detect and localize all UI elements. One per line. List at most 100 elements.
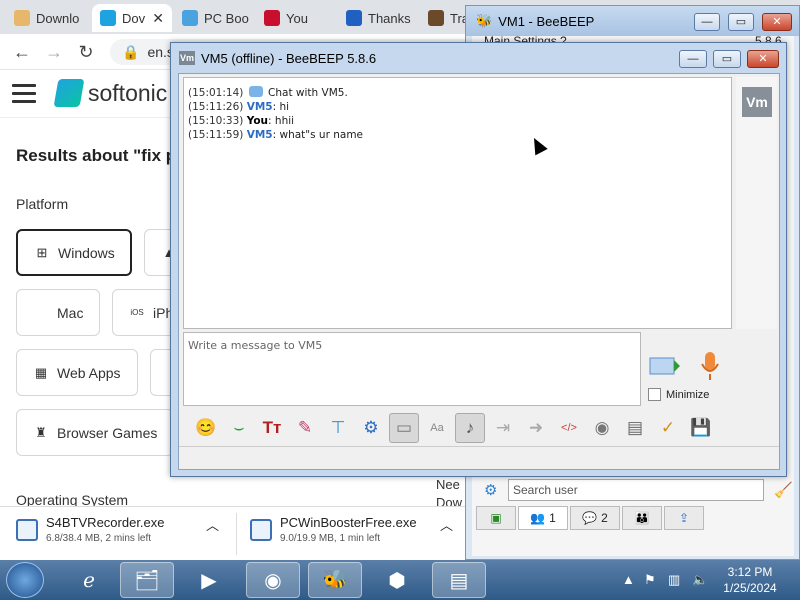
softonic-logo[interactable]: softonic xyxy=(53,79,168,107)
close-button[interactable]: ✕ xyxy=(762,13,792,31)
settings-icon[interactable]: ⚙ xyxy=(484,481,497,499)
platform-chip-mac[interactable]: Mac xyxy=(16,289,100,336)
users-icon: 👥 xyxy=(530,511,546,525)
download-item[interactable]: PCWinBoosterFree.exe 9.0/19.9 MB, 1 min … xyxy=(250,515,417,544)
file-icon xyxy=(250,519,272,541)
tab-share[interactable]: ⇪ xyxy=(664,506,704,530)
checkbox[interactable] xyxy=(648,388,661,401)
avatar[interactable]: Vm xyxy=(742,87,772,117)
emoji-tray-icon[interactable]: ⌣ xyxy=(224,413,254,443)
minimize-label: Minimize xyxy=(666,388,710,401)
forward-icon[interactable]: ➜ xyxy=(521,413,551,443)
tab-label: You xyxy=(286,10,308,26)
menu-icon[interactable] xyxy=(12,84,36,104)
brand-name: softonic xyxy=(88,79,168,106)
tab-label: Thanks xyxy=(368,10,411,26)
search-user-input[interactable]: Search user xyxy=(508,479,764,501)
maximize-button[interactable]: ▭ xyxy=(728,13,754,31)
close-icon[interactable]: ✕ xyxy=(152,10,164,27)
tab-downloads[interactable]: Downlo xyxy=(6,4,92,32)
platform-chip-web-apps[interactable]: ▦ Web Apps xyxy=(16,349,138,396)
font-icon[interactable]: Tт xyxy=(257,413,287,443)
softonic-icon xyxy=(100,10,116,26)
game-icon xyxy=(428,10,444,26)
chrome-icon[interactable]: ◉ xyxy=(246,562,300,598)
chat-message: (15:10:33) You: hhii xyxy=(188,115,295,127)
chip-label: Web Apps xyxy=(57,364,121,381)
minimize-checkbox[interactable]: Minimize xyxy=(648,388,709,401)
maximize-button[interactable]: ▭ xyxy=(713,50,741,68)
action-center-icon[interactable]: ⚑ xyxy=(644,572,656,588)
send-icon xyxy=(649,357,680,375)
back-icon[interactable]: ← xyxy=(10,40,34,64)
send-button[interactable] xyxy=(648,352,682,382)
start-button[interactable] xyxy=(6,562,44,598)
chevron-up-icon[interactable]: ︿ xyxy=(206,515,219,534)
tab-active[interactable]: Dov ✕ xyxy=(92,4,172,32)
taskbar: ℯ 🗂 ▶ ◉ 🐝 ⬢ ▤ ▲ ⚑ ▥ 🔈 3:12 PM 1/25/2024 xyxy=(0,560,800,600)
tab-label: Downlo xyxy=(36,10,80,26)
download-item[interactable]: S4BTVRecorder.exe 6.8/38.4 MB, 2 mins le… xyxy=(16,515,165,544)
platform-chip-browser-games[interactable]: ♜ Browser Games xyxy=(16,409,174,456)
media-player-icon[interactable]: ▶ xyxy=(182,562,236,598)
system-monitor-icon[interactable]: ▤ xyxy=(432,562,486,598)
tab-groups[interactable]: 👪 xyxy=(622,506,662,530)
security-app-icon[interactable]: ⬢ xyxy=(370,562,424,598)
window-title: VM1 - BeeBEEP xyxy=(498,13,595,29)
platform-chip-windows[interactable]: ⊞ Windows xyxy=(16,229,132,276)
chat-icon: 💬 xyxy=(582,511,598,525)
tray-expand-icon[interactable]: ▲ xyxy=(622,572,635,587)
spell-check-icon[interactable]: Aa xyxy=(422,413,452,443)
notes-icon[interactable]: ✓ xyxy=(653,413,683,443)
tab-label: PC Boo xyxy=(204,10,249,26)
code-icon[interactable]: </> xyxy=(554,413,584,443)
broom-icon[interactable]: 🧹 xyxy=(774,481,793,499)
settings-icon[interactable]: ⚙ xyxy=(356,413,386,443)
tab-pc-booster[interactable]: PC Boo xyxy=(174,4,254,32)
lock-icon: 🔒 xyxy=(122,43,140,60)
message-input[interactable]: Write a message to VM5 xyxy=(183,332,641,406)
color-picker-icon[interactable]: ✎ xyxy=(290,413,320,443)
tab-adobe[interactable]: You xyxy=(256,4,336,32)
screenshot-icon[interactable]: ▭ xyxy=(389,413,419,443)
send-file-icon[interactable]: ⇥ xyxy=(488,413,518,443)
filter-icon[interactable]: ⊤ xyxy=(323,413,353,443)
message-sender: VM5 xyxy=(246,129,273,141)
tab-users[interactable]: 👥 1 xyxy=(518,506,568,530)
download-name: PCWinBoosterFree.exe xyxy=(280,515,417,530)
tab-chats[interactable]: 💬 2 xyxy=(570,506,620,530)
minimize-button[interactable]: — xyxy=(694,13,720,31)
user-pane: Vm xyxy=(736,77,777,329)
clock-time: 3:12 PM xyxy=(727,565,773,579)
forward-icon[interactable]: → xyxy=(42,40,66,64)
chevron-up-icon[interactable]: ︿ xyxy=(440,515,453,534)
history-icon[interactable]: ▤ xyxy=(620,413,650,443)
record-icon[interactable]: ◉ xyxy=(587,413,617,443)
ios-icon: iOS xyxy=(130,308,144,317)
microphone-icon xyxy=(701,352,719,380)
close-button[interactable]: ✕ xyxy=(747,50,779,68)
partial-line: Nee xyxy=(436,477,460,492)
chip-label: Mac xyxy=(57,304,84,321)
internet-explorer-icon[interactable]: ℯ xyxy=(62,562,116,598)
windows-icon: ⊞ xyxy=(36,244,48,260)
sound-icon[interactable]: ♪ xyxy=(455,413,485,443)
chat-message: (15:01:14) Chat with VM5. xyxy=(188,86,727,100)
reload-icon[interactable]: ↻ xyxy=(74,40,98,64)
clock[interactable]: 3:12 PM 1/25/2024 xyxy=(712,564,788,596)
volume-icon[interactable]: 🔈 xyxy=(692,572,708,588)
download-progress: 9.0/19.9 MB, 1 min left xyxy=(280,533,381,544)
file-explorer-icon[interactable]: 🗂 xyxy=(120,562,174,598)
tab-game[interactable]: Tra xyxy=(420,4,470,32)
message-time: (15:11:59) xyxy=(188,129,244,141)
microphone-button[interactable] xyxy=(697,350,723,384)
message-time: (15:10:33) xyxy=(188,115,244,127)
network-icon[interactable]: ▥ xyxy=(668,572,680,588)
emoticon-icon[interactable]: 😊 xyxy=(191,413,221,443)
divider xyxy=(236,513,237,555)
tab-screen[interactable]: ▣ xyxy=(476,506,516,530)
beebeep-taskbar-icon[interactable]: 🐝 xyxy=(308,562,362,598)
minimize-button[interactable]: — xyxy=(679,50,707,68)
save-icon[interactable]: 💾 xyxy=(686,413,716,443)
tab-thanks[interactable]: Thanks xyxy=(338,4,418,32)
